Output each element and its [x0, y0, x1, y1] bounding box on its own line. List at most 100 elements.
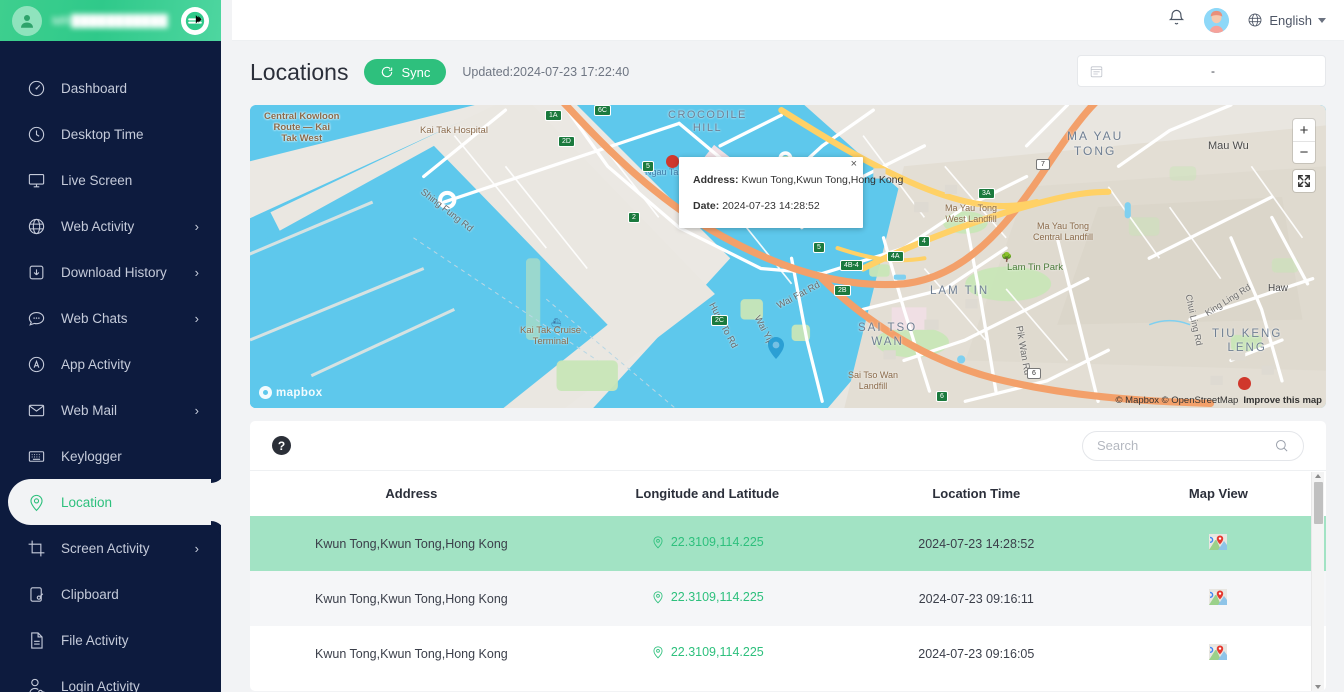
user-icon	[12, 5, 42, 36]
sidebar-item-dashboard[interactable]: Dashboard	[0, 65, 221, 111]
location-pin-icon	[653, 536, 663, 549]
download-icon	[25, 261, 47, 283]
bell-icon[interactable]	[1167, 8, 1186, 32]
cell-time: 2024-07-23 09:16:05	[918, 646, 1035, 661]
sidebar-item-label: Keylogger	[61, 448, 122, 464]
dashboard-icon	[25, 77, 47, 99]
sidebar-item-label: Location	[61, 494, 113, 510]
globe-icon	[1248, 13, 1262, 27]
mapbox-mark-icon	[259, 386, 272, 399]
brand-header: MR███████████	[0, 0, 221, 41]
sidebar-item-desktop-time[interactable]: Desktop Time	[0, 111, 221, 157]
sidebar-item-label: App Activity	[61, 356, 131, 372]
cell-latlng: 22.3109,114.225	[573, 571, 842, 626]
sidebar-item-web-mail[interactable]: Web Mail ›	[0, 387, 221, 433]
globe-icon	[25, 215, 47, 237]
latlng-value: 22.3109,114.225	[670, 645, 764, 659]
sync-button[interactable]: Sync	[364, 59, 447, 85]
sidebar-item-location[interactable]: Location	[8, 479, 221, 525]
language-label: English	[1269, 12, 1312, 28]
calendar-icon	[1090, 65, 1103, 77]
column-header-address: Address	[385, 486, 438, 501]
cell-time: 2024-07-23 09:16:11	[918, 591, 1034, 606]
sidebar-item-clipboard[interactable]: Clipboard	[0, 571, 221, 617]
scroll-up-arrow-icon[interactable]	[1315, 474, 1321, 478]
fullscreen-button[interactable]	[1293, 170, 1315, 192]
sync-label: Sync	[401, 64, 431, 80]
sidebar-item-label: Web Mail	[61, 402, 118, 418]
sidebar-item-label: Desktop Time	[61, 126, 144, 142]
sidebar-item-label: Clipboard	[61, 586, 119, 602]
location-pin-icon	[653, 646, 663, 659]
search-input[interactable]	[1097, 438, 1274, 453]
map-zoom-controls[interactable]: + −	[1293, 119, 1315, 163]
popup-address-row: Address: Kwun Tong,Kwun Tong,Hong Kong	[693, 174, 903, 186]
sidebar-item-label: Live Screen	[61, 172, 133, 188]
google-map-icon[interactable]	[1209, 589, 1228, 605]
updated-timestamp: Updated:2024-07-23 17:22:40	[462, 65, 630, 79]
column-header-location-time: Location Time	[932, 486, 1021, 501]
mail-icon	[25, 399, 47, 421]
attribution-text: © Mapbox © OpenStreetMap	[1115, 395, 1239, 406]
sidebar-item-keylogger[interactable]: Keylogger	[0, 433, 221, 479]
expand-icon	[1298, 175, 1310, 187]
user-key-icon	[25, 675, 47, 692]
map-container[interactable]: Central Kowloon Route — Kai Tak West Kai T…	[250, 105, 1326, 408]
table-row[interactable]: Kwun Tong,Kwun Tong,Hong Kong 22.3109,11…	[250, 626, 1326, 681]
search-icon	[1276, 440, 1288, 452]
page-body: Locations Sync Updated:2024-07-23 17:22:…	[221, 41, 1344, 691]
avatar[interactable]	[1204, 7, 1230, 33]
sidebar-item-label: Screen Activity	[61, 540, 150, 556]
zoom-in-button[interactable]: +	[1293, 119, 1315, 141]
zoom-out-button[interactable]: −	[1293, 141, 1315, 163]
cell-map-view[interactable]	[1111, 516, 1326, 571]
sidebar-item-web-chats[interactable]: Web Chats ›	[0, 295, 221, 341]
date-range-separator: -	[1211, 64, 1215, 78]
sidebar-nav: Dashboard Desktop Time Live Screen Web A…	[0, 41, 221, 692]
popup-date-value: 2024-07-23 14:28:52	[722, 200, 820, 212]
table-scrollbar[interactable]	[1311, 472, 1324, 691]
cell-map-view[interactable]	[1111, 626, 1326, 681]
sidebar-item-web-activity[interactable]: Web Activity ›	[0, 203, 221, 249]
locations-table-card: ? Address Longitude and Latitude Locatio…	[250, 421, 1326, 691]
table-row[interactable]: Kwun Tong,Kwun Tong,Hong Kong 22.3109,11…	[250, 571, 1326, 626]
sidebar-item-label: Download History	[61, 264, 167, 280]
clipboard-icon	[25, 583, 47, 605]
cell-address: Kwun Tong,Kwun Tong,Hong Kong	[315, 646, 508, 661]
date-range-picker[interactable]: -	[1077, 55, 1326, 87]
clock-icon	[25, 123, 47, 145]
popup-close-icon[interactable]: ×	[851, 159, 857, 170]
chevron-right-icon: ›	[194, 540, 199, 556]
sidebar-item-app-activity[interactable]: App Activity	[0, 341, 221, 387]
language-selector[interactable]: English	[1247, 12, 1326, 28]
sync-logo-icon[interactable]	[181, 6, 209, 35]
help-icon[interactable]: ?	[272, 436, 291, 455]
sidebar-item-login-activity[interactable]: Login Activity	[0, 663, 221, 692]
sidebar-item-label: Login Activity	[61, 678, 140, 692]
mapbox-logo[interactable]: mapbox	[259, 386, 323, 399]
chat-bubble-icon	[25, 307, 47, 329]
cell-address: Kwun Tong,Kwun Tong,Hong Kong	[315, 536, 508, 551]
popup-address-value: Kwun Tong,Kwun Tong,Hong Kong	[741, 174, 904, 186]
scroll-down-arrow-icon[interactable]	[1315, 685, 1321, 689]
scrollbar-thumb[interactable]	[1314, 482, 1323, 524]
chevron-right-icon: ›	[194, 264, 199, 280]
google-map-icon[interactable]	[1209, 644, 1228, 660]
app-circle-icon	[25, 353, 47, 375]
sidebar-item-file-activity[interactable]: File Activity	[0, 617, 221, 663]
mapbox-logo-text: mapbox	[276, 386, 323, 399]
map-popup[interactable]: × Address: Kwun Tong,Kwun Tong,Hong Kong…	[679, 157, 903, 228]
file-icon	[25, 629, 47, 651]
crop-icon	[25, 537, 47, 559]
table-toolbar: ?	[250, 421, 1326, 471]
improve-map-link[interactable]: Improve this map	[1243, 395, 1322, 406]
sidebar-item-screen-activity[interactable]: Screen Activity ›	[0, 525, 221, 571]
cell-map-view[interactable]	[1111, 571, 1326, 626]
table-row[interactable]: Kwun Tong,Kwun Tong,Hong Kong 22.3109,11…	[250, 516, 1326, 571]
search-box[interactable]	[1082, 430, 1304, 461]
keyboard-icon	[25, 445, 47, 467]
sidebar-item-live-screen[interactable]: Live Screen	[0, 157, 221, 203]
sidebar-item-download-history[interactable]: Download History ›	[0, 249, 221, 295]
google-map-icon[interactable]	[1209, 534, 1228, 550]
cell-latlng: 22.3109,114.225	[573, 626, 842, 681]
